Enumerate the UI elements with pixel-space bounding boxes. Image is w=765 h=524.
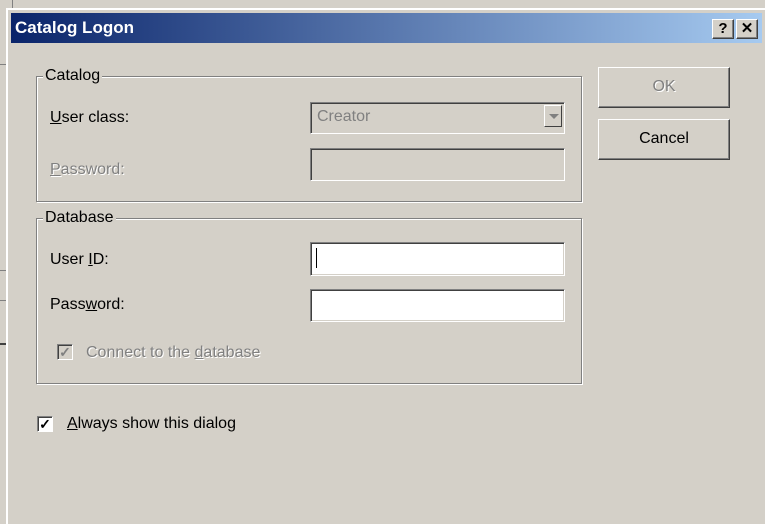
user-class-label: User class: [50,109,130,126]
always-show-checkbox[interactable]: ✓ [37,416,53,432]
database-group-legend: Database [43,209,116,227]
title-bar[interactable]: Catalog Logon ? ✕ [11,13,762,43]
user-class-value: Creator [317,108,371,125]
database-password-label: Password: [50,296,125,313]
database-password-input[interactable] [310,289,565,322]
chevron-down-icon[interactable] [544,105,562,127]
always-show-label: Always show this dialog [67,415,236,432]
user-id-label: User ID: [50,251,109,268]
connect-database-label: Connect to the database [86,344,261,361]
user-class-dropdown[interactable]: Creator [310,102,565,134]
user-id-input[interactable] [310,242,565,276]
help-button[interactable]: ? [712,19,734,39]
connect-database-checkbox[interactable]: ✓ [57,344,73,360]
cancel-button[interactable]: Cancel [598,119,730,160]
close-button[interactable]: ✕ [736,19,758,39]
catalog-group-legend: Catalog [43,67,103,85]
catalog-password-label: Password: [50,161,125,178]
catalog-logon-dialog: Catalog Logon ? ✕ Catalog User class: Cr… [6,8,765,524]
ok-button[interactable]: OK [598,67,730,108]
text-caret [316,248,317,268]
catalog-password-field[interactable] [310,148,565,181]
dialog-title: Catalog Logon [15,18,134,37]
catalog-group: Catalog [36,67,582,202]
user-class-label-rest: ser class: [61,109,130,126]
